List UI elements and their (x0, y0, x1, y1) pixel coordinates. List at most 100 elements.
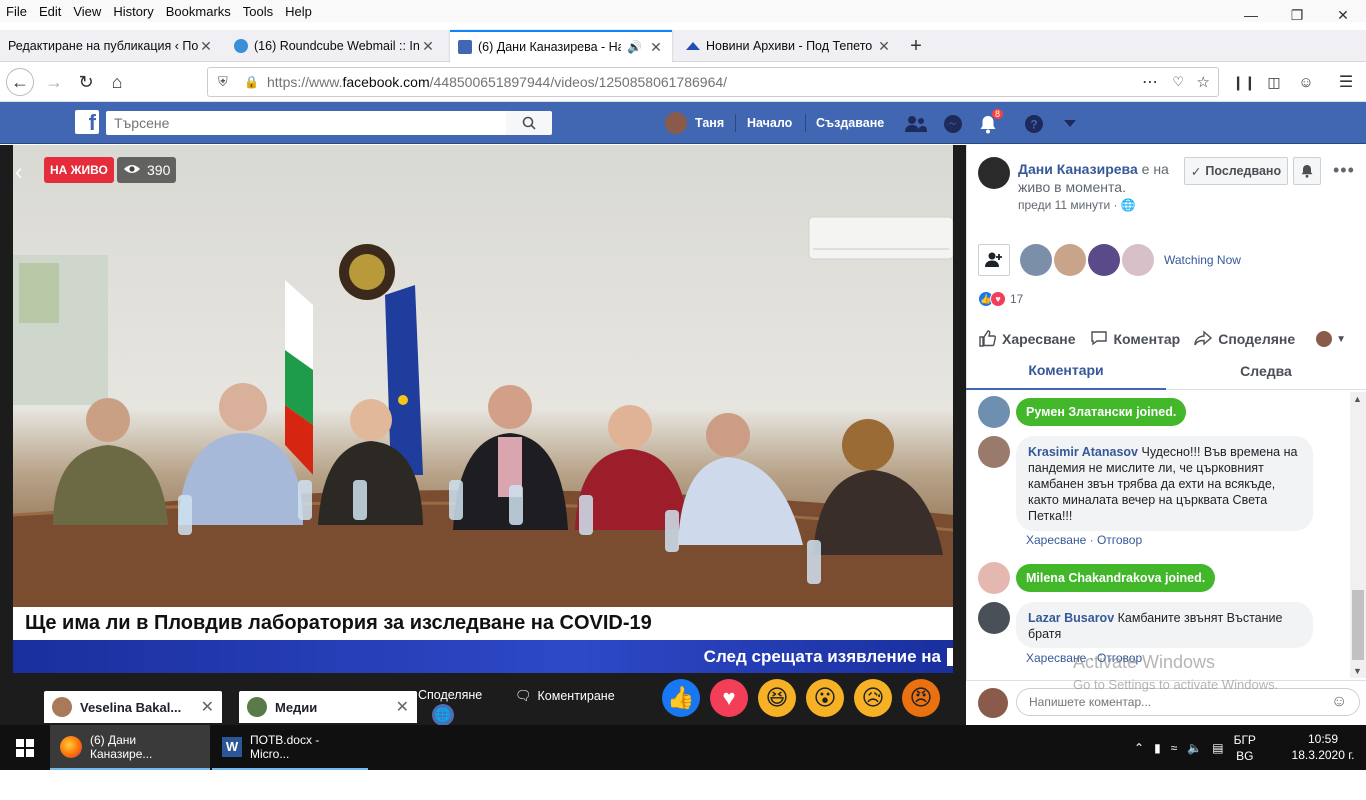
search-icon[interactable] (506, 111, 552, 135)
comment-like-link[interactable]: Харесване (1026, 533, 1086, 547)
globe-icon[interactable]: 🌐 (432, 704, 454, 726)
tab-news-archive[interactable]: Новини Архиви - Под Тепето ✕ (678, 30, 900, 62)
library-icon[interactable]: ❙❙ (1230, 68, 1258, 96)
post-as-selector[interactable]: ▼ (1316, 331, 1346, 347)
commenter-avatar[interactable] (978, 396, 1010, 428)
tab-roundcube[interactable]: (16) Roundcube Webmail :: Inb ✕ (226, 30, 444, 62)
menu-view[interactable]: View (67, 4, 107, 19)
add-friend-icon[interactable] (978, 244, 1010, 276)
like-reaction-icon[interactable]: 👍 (662, 679, 700, 717)
comment-input[interactable] (1016, 688, 1360, 716)
viewer-avatar[interactable] (1020, 244, 1052, 276)
close-chat-icon[interactable]: ✕ (201, 697, 214, 717)
battery-icon[interactable]: ▮ (1154, 741, 1161, 755)
back-arrow-icon[interactable]: ‹ (15, 159, 22, 185)
facebook-logo[interactable]: f (75, 110, 99, 134)
lock-icon[interactable]: 🔒 (244, 75, 259, 89)
tab-facebook-video[interactable]: (6) Дани Каназирева - Нач 🔊 ✕ (450, 30, 672, 62)
viewer-avatar[interactable] (1088, 244, 1120, 276)
wow-reaction-icon[interactable]: 😮 (806, 679, 844, 717)
home-link[interactable]: Начало (747, 102, 792, 144)
bookmark-star-icon[interactable]: ☆ (1197, 73, 1210, 91)
taskbar-word[interactable]: W ПОТВ.docx - Micro... (212, 725, 368, 770)
close-tab-icon[interactable]: ✕ (198, 38, 214, 55)
notifications-icon[interactable]: 8 (976, 108, 1005, 136)
menu-file[interactable]: File (0, 4, 33, 19)
tab-comments[interactable]: Коментари (966, 352, 1166, 390)
action-center-icon[interactable]: ▤ (1212, 741, 1223, 755)
viewer-avatar[interactable] (1054, 244, 1086, 276)
love-reaction-icon[interactable]: ♥ (710, 679, 748, 717)
sidebar-icon[interactable]: ◫ (1260, 68, 1288, 96)
account-menu-icon[interactable] (1058, 112, 1082, 136)
close-tab-icon[interactable]: ✕ (876, 38, 892, 55)
scroll-up-icon[interactable]: ▲ (1353, 394, 1362, 404)
minimize-icon[interactable]: — (1228, 0, 1274, 30)
messenger-icon[interactable] (941, 112, 965, 136)
chat-chip-veselina[interactable]: Veselina Bakal... ✕ (44, 691, 222, 723)
windows-start-icon[interactable] (0, 725, 50, 770)
comment-button[interactable]: 🗨 Коментиране (515, 688, 615, 704)
chevron-up-icon[interactable]: ⌃ (1134, 741, 1144, 755)
menu-tools[interactable]: Tools (237, 4, 279, 19)
search-input[interactable] (106, 111, 506, 135)
commenter-avatar[interactable] (978, 602, 1010, 634)
commenter-avatar[interactable] (978, 562, 1010, 594)
speaker-icon[interactable]: 🔊 (627, 40, 642, 54)
sad-reaction-icon[interactable]: 😥 (854, 679, 892, 717)
restore-icon[interactable]: ❐ (1274, 0, 1320, 30)
like-button[interactable]: Харесване (978, 329, 1076, 350)
clock[interactable]: 10:59 18.3.2020 г. (1290, 731, 1356, 763)
scroll-down-icon[interactable]: ▼ (1353, 666, 1362, 676)
commenter-name[interactable]: Krasimir Atanasov (1028, 445, 1138, 459)
comment-reply-link[interactable]: Отговор (1097, 533, 1142, 547)
watching-now-label[interactable]: Watching Now (1164, 253, 1241, 267)
wifi-icon[interactable]: ≈ (1171, 741, 1178, 755)
create-link[interactable]: Създаване (816, 102, 884, 144)
shield-icon[interactable]: ⛨ (218, 74, 228, 90)
emoji-icon[interactable]: ☺ (1331, 693, 1347, 711)
menu-edit[interactable]: Edit (33, 4, 67, 19)
url-text[interactable]: https://www.facebook.com/448500651897944… (267, 74, 727, 90)
volume-icon[interactable]: 🔈 (1187, 741, 1202, 755)
menu-help[interactable]: Help (279, 4, 318, 19)
close-tab-icon[interactable]: ✕ (420, 38, 436, 55)
hamburger-menu-icon[interactable]: ☰ (1332, 68, 1360, 96)
more-options-icon[interactable]: ••• (1333, 160, 1355, 181)
commenter-avatar[interactable] (978, 436, 1010, 468)
reload-icon[interactable]: ↻ (72, 68, 100, 96)
account-icon[interactable]: ☺ (1292, 68, 1320, 96)
tab-up-next[interactable]: Следва (1166, 352, 1366, 390)
close-tab-icon[interactable]: ✕ (648, 39, 664, 56)
bell-icon[interactable] (1293, 157, 1321, 185)
reaction-summary[interactable]: 👍 ♥ 17 (978, 291, 1023, 307)
viewer-avatar[interactable] (1122, 244, 1154, 276)
menu-history[interactable]: History (107, 4, 159, 19)
commenter-name[interactable]: Lazar Busarov (1028, 611, 1114, 625)
new-tab-icon[interactable]: + (904, 30, 928, 62)
share-action-button[interactable]: Споделяне (1194, 329, 1295, 349)
tab-edit-post[interactable]: Редактиране на публикация ‹ Под ✕ (0, 30, 222, 62)
pocket-icon[interactable]: ♡ (1172, 74, 1184, 90)
joined-name[interactable]: Румен Златански (1026, 405, 1133, 419)
comment-action-button[interactable]: Коментар (1090, 330, 1180, 349)
live-video[interactable]: ‹ (13, 145, 953, 673)
share-button[interactable]: Споделяне (418, 688, 482, 702)
close-icon[interactable]: ✕ (1320, 0, 1366, 30)
joined-name[interactable]: Milena Chakandrakova (1026, 571, 1161, 585)
angry-reaction-icon[interactable]: 😠 (902, 679, 940, 717)
language-indicator[interactable]: БГР BG (1234, 732, 1256, 764)
back-icon[interactable]: ← (6, 68, 34, 96)
forward-icon[interactable]: → (40, 68, 68, 96)
haha-reaction-icon[interactable]: 😆 (758, 679, 796, 717)
taskbar-firefox[interactable]: (6) Дани Каназире... (50, 725, 210, 770)
more-actions-icon[interactable]: ⋯ (1142, 72, 1158, 92)
menu-bookmarks[interactable]: Bookmarks (160, 4, 237, 19)
chat-chip-media[interactable]: Медии ✕ (239, 691, 417, 723)
author-name[interactable]: Дани Каназирева (1018, 161, 1138, 177)
home-icon[interactable]: ⌂ (103, 68, 131, 96)
following-button[interactable]: ✓ Последвано (1184, 157, 1288, 185)
help-icon[interactable]: ? (1022, 112, 1046, 136)
scrollbar-thumb[interactable] (1352, 590, 1364, 660)
profile-link[interactable]: Таня (665, 102, 724, 144)
